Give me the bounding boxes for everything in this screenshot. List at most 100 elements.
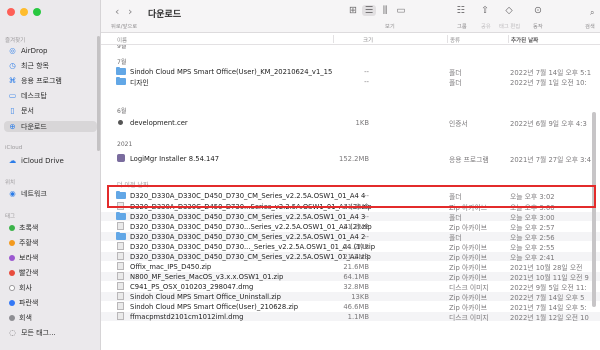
sidebar-item-icloud-drive[interactable]: ☁ iCloud Drive (4, 155, 97, 166)
file-kind: Zip 아카이브 (449, 203, 488, 212)
table-row[interactable]: D320_D330A_D330C_D450_D730...Series_v2.2… (101, 222, 600, 232)
sidebar-item-label: 최근 항목 (21, 61, 49, 70)
table-row[interactable]: D320_D330A_D330C_D450_D730_CM_Series_v2.… (101, 252, 600, 262)
sidebar-item-downloads[interactable]: ⊕ 다운로드 (4, 121, 97, 132)
table-row[interactable]: 디자인 -- 폴더 2022년 7월 1일 오전 10: (101, 77, 600, 87)
file-size: -- (364, 77, 369, 86)
sidebar-item-network[interactable]: ◉ 네트워크 (4, 188, 97, 199)
file-date: 2021년 7월 14일 오후 5: (510, 303, 587, 312)
sidebar-item-desktop[interactable]: ▭ 데스크탑 (4, 90, 97, 101)
file-date: 오늘 오후 3:00 (510, 203, 555, 212)
file-date: 2022년 6월 9일 오후 4:3 (510, 119, 587, 128)
sidebar-tag-work[interactable]: 회사 (4, 282, 97, 293)
file-name: N800_MF_Series_MacOS_v3.x.x.OSW1_01.zip (130, 272, 284, 281)
table-row[interactable]: LogiMgr Installer 8.54.147 152.2MB 응용 프로… (101, 154, 600, 164)
table-row[interactable]: Sindoh Cloud MPS Smart Office(User)_2106… (101, 302, 600, 312)
toolbar: ‹ › 뒤로/앞으로 다운로드 ⊞ ☰ ⫼ ▭ 보기 ☷ 그룹 ⇧ 공유 ◇ 태… (101, 0, 600, 33)
file-size: 21.6MB (343, 262, 369, 271)
group-icon[interactable]: ☷ (454, 5, 468, 16)
file-date: 2021년 7월 27일 오후 3:4 (510, 155, 592, 164)
gallery-view-icon[interactable]: ▭ (394, 5, 408, 16)
table-row[interactable]: D320_D330A_D330C_D450_D730..._Series_v2.… (101, 242, 600, 252)
minimize-window-button[interactable] (20, 8, 28, 16)
column-size[interactable]: 크기 (363, 36, 373, 44)
file-size: 13KB (351, 292, 369, 301)
desktop-icon: ▭ (8, 91, 17, 100)
table-row[interactable]: D320_D330A_D330C_D450_D730...Series_v2.2… (101, 202, 600, 212)
column-divider[interactable] (447, 35, 448, 43)
sidebar-tag-gray[interactable]: 회색 (4, 312, 97, 323)
column-name[interactable]: 이름 (117, 36, 127, 44)
sidebar-scrollbar[interactable] (97, 36, 100, 151)
sidebar-item-label: 파란색 (19, 298, 39, 307)
icon-view-icon[interactable]: ⊞ (346, 5, 360, 16)
table-row[interactable]: D320_D330A_D330C_D450_D730_CM_Series_v2.… (101, 232, 600, 242)
finder-window: 즐겨찾기 ◎ AirDrop ◷ 최근 항목 ⌘ 응용 프로그램 ▭ 데스크탑 ▯ 문서 … (0, 0, 600, 350)
share-icon[interactable]: ⇧ (478, 5, 492, 16)
zoom-window-button[interactable] (33, 8, 41, 16)
network-icon: ◉ (9, 189, 16, 198)
sidebar-item-applications[interactable]: ⌘ 응용 프로그램 (4, 75, 97, 86)
sidebar-section-icloud: iCloud (5, 145, 23, 151)
group-header: 더 이전 날짜 (117, 182, 149, 189)
file-size: 21.2MB (343, 202, 369, 211)
sidebar-item-label: 보라색 (19, 253, 39, 262)
file-name: C941_PS_OSX_010203_298047.dmg (130, 282, 254, 291)
close-window-button[interactable] (7, 8, 15, 16)
zip-icon (117, 202, 124, 210)
file-kind: Zip 아카이브 (449, 223, 488, 232)
sidebar-tag-green[interactable]: 초록색 (4, 222, 97, 233)
table-row[interactable]: Sindoh Cloud MPS Smart Office(User)_KM_2… (101, 67, 600, 77)
share-caption: 공유 (481, 24, 491, 30)
sidebar-item-airdrop[interactable]: ◎ AirDrop (4, 45, 97, 56)
sidebar-item-label: 데스크탑 (21, 91, 47, 100)
sidebar-item-documents[interactable]: ▯ 문서 (4, 105, 97, 116)
file-kind: Zip 아카이브 (449, 243, 488, 252)
sidebar-item-recents[interactable]: ◷ 최근 항목 (4, 60, 97, 71)
disk-image-icon (117, 282, 124, 290)
sidebar-tag-purple[interactable]: 보라색 (4, 252, 97, 263)
table-row[interactable]: Sindoh Cloud MPS Smart Office_Uninstall.… (101, 292, 600, 302)
sidebar-tag-red[interactable]: 빨간색 (4, 267, 97, 278)
clock-icon: ◷ (9, 61, 16, 70)
column-divider[interactable] (508, 35, 509, 43)
file-size: 21.2MB (343, 222, 369, 231)
file-date: 2022년 9월 5일 오전 11: (510, 283, 587, 292)
sidebar-all-tags[interactable]: ◌ 모든 태그... (4, 327, 97, 338)
file-size: 1.1MB (347, 312, 369, 321)
action-icon[interactable]: ⊙ (531, 5, 545, 16)
file-name: LogiMgr Installer 8.54.147 (130, 154, 220, 163)
list-scrollbar[interactable] (592, 112, 596, 307)
table-row[interactable]: C941_PS_OSX_010203_298047.dmg 32.8MB 디스크… (101, 282, 600, 292)
table-row[interactable]: D320_D330A_D330C_D450_D730_CM_Series_v2.… (101, 191, 600, 201)
app-icon (117, 154, 125, 162)
file-kind: Zip 아카이브 (449, 273, 488, 282)
file-list: 9월 7월 Sindoh Cloud MPS Smart Office(User… (101, 45, 600, 350)
table-row[interactable]: ffmacpmstd2101cm1012iml.dmg 1.1MB 디스크 이미… (101, 312, 600, 322)
column-kind[interactable]: 종류 (450, 36, 460, 44)
table-row[interactable]: N800_MF_Series_MacOS_v3.x.x.OSW1_01.zip … (101, 272, 600, 282)
file-date: 오늘 오후 2:57 (510, 223, 555, 232)
column-date-added[interactable]: 추가된 날짜 (511, 36, 538, 44)
list-view-icon[interactable]: ☰ (362, 5, 376, 16)
folder-icon (116, 77, 126, 85)
file-size: -- (364, 191, 369, 200)
search-icon[interactable]: ⌕ (590, 8, 594, 18)
file-date: 오늘 오후 2:41 (510, 253, 555, 262)
tag-dot-icon (9, 314, 15, 321)
table-row[interactable]: development.cer 1KB 인증서 2022년 6월 9일 오후 4… (101, 118, 600, 128)
column-divider[interactable] (333, 35, 334, 43)
file-date: 2022년 1월 12일 오전 10 (510, 313, 589, 322)
view-caption: 보기 (385, 24, 395, 30)
file-size: 32.8MB (343, 282, 369, 291)
sidebar-tag-orange[interactable]: 주황색 (4, 237, 97, 248)
file-kind: 폴더 (449, 213, 462, 222)
table-row[interactable]: Offix_mac_IPS_D450.zip 21.6MB Zip 아카이브 2… (101, 262, 600, 272)
file-date: 2021년 10월 28일 오전 (510, 263, 583, 272)
sidebar-tag-blue[interactable]: 파란색 (4, 297, 97, 308)
back-button[interactable]: ‹ (115, 5, 119, 18)
table-row[interactable]: D320_D330A_D330C_D450_D730_CM_Series_v2.… (101, 212, 600, 222)
tag-icon[interactable]: ◇ (502, 5, 516, 16)
column-view-icon[interactable]: ⫼ (378, 5, 392, 16)
forward-button[interactable]: › (128, 5, 132, 18)
